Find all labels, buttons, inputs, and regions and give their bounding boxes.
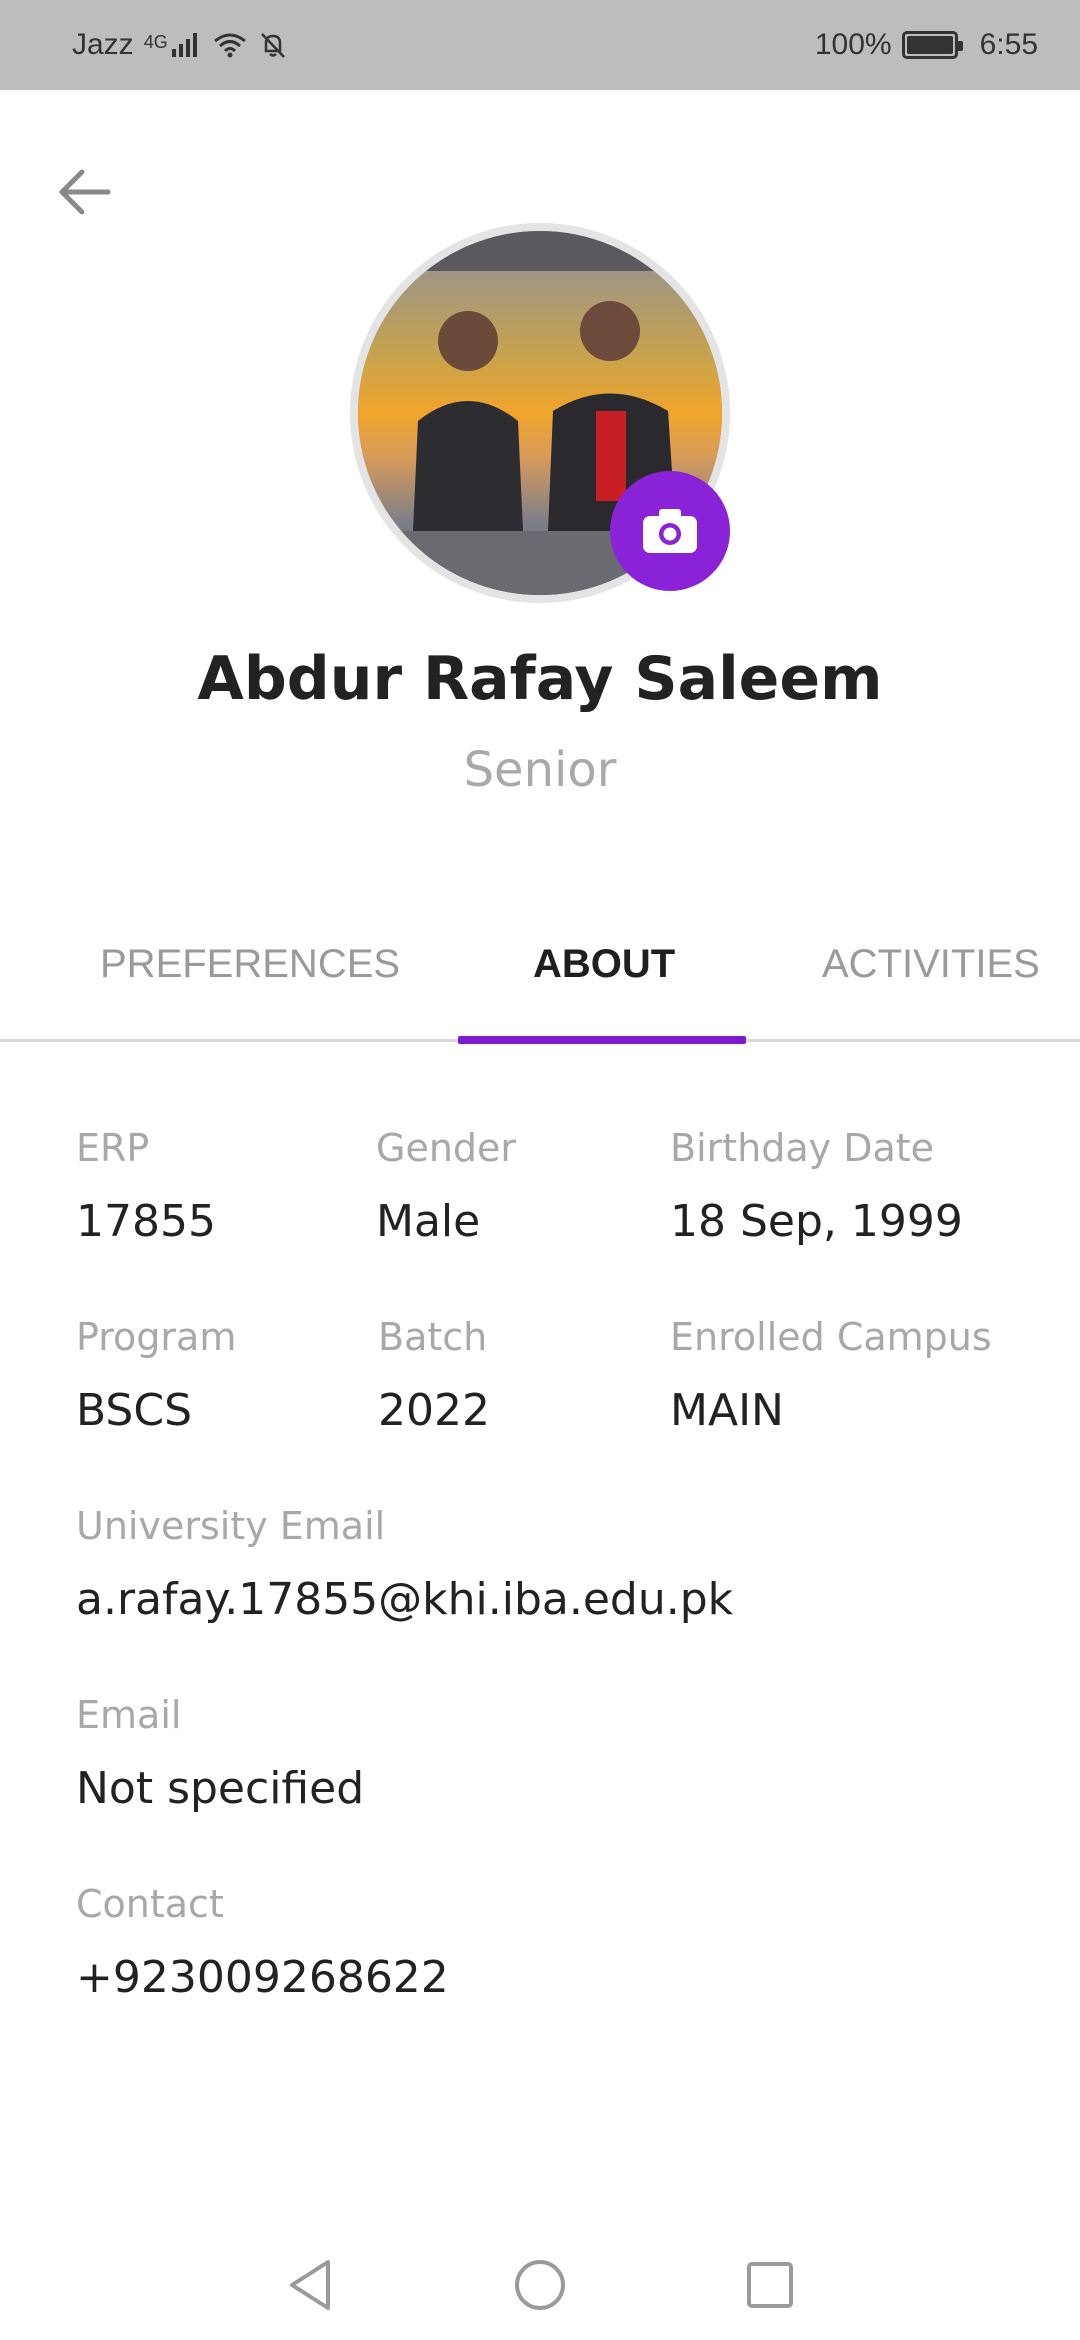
gender-label: Gender (376, 1126, 517, 1170)
tab-preferences[interactable]: PREFERENCES (100, 942, 400, 987)
erp-label: ERP (76, 1126, 150, 1170)
email-value: Not specified (76, 1763, 365, 1814)
university-email-label: University Email (76, 1504, 386, 1548)
profile-name: Abdur Rafay Saleem (197, 644, 883, 714)
campus-label: Enrolled Campus (670, 1315, 992, 1359)
active-tab-indicator (458, 1036, 746, 1044)
erp-value: 17855 (76, 1196, 216, 1247)
status-bar: Jazz 4G 100% 6:55 (0, 0, 1080, 90)
status-left: Jazz 4G (72, 28, 288, 62)
wifi-icon (212, 31, 248, 59)
batch-value: 2022 (378, 1385, 490, 1436)
nav-back-button[interactable] (280, 2255, 340, 2315)
birthday-value: 18 Sep, 1999 (670, 1196, 963, 1247)
status-right: 100% 6:55 (815, 28, 1038, 62)
bell-muted-icon (258, 30, 288, 60)
tab-about[interactable]: ABOUT (533, 942, 675, 987)
program-value: BSCS (76, 1385, 192, 1436)
contact-value: +923009268622 (76, 1952, 449, 2003)
campus-value: MAIN (670, 1385, 784, 1436)
carrier-name: Jazz (72, 28, 134, 61)
university-email-value: a.rafay.17855@khi.iba.edu.pk (76, 1574, 734, 1625)
circle-home-icon (515, 2260, 565, 2310)
battery-icon (901, 31, 963, 59)
system-nav-bar (0, 2230, 1080, 2340)
camera-icon (643, 509, 697, 553)
nav-home-button[interactable] (510, 2255, 570, 2315)
triangle-back-icon (290, 2260, 330, 2310)
email-label: Email (76, 1693, 182, 1737)
batch-label: Batch (378, 1315, 488, 1359)
gender-value: Male (376, 1196, 481, 1247)
signal-icon (170, 31, 202, 59)
contact-label: Contact (76, 1882, 224, 1926)
battery-percent: 100% (814, 28, 892, 61)
square-recents-icon (747, 2262, 793, 2308)
clock: 6:55 (979, 28, 1038, 61)
nav-recents-button[interactable] (740, 2255, 800, 2315)
tab-activities[interactable]: ACTIVITIES (822, 942, 1040, 987)
network-type: 4G (143, 32, 168, 52)
birthday-label: Birthday Date (670, 1126, 935, 1170)
avatar-container (350, 223, 730, 603)
change-photo-button[interactable] (610, 471, 730, 591)
program-label: Program (76, 1315, 237, 1359)
arrow-left-icon (59, 169, 111, 215)
profile-role: Senior (463, 742, 617, 798)
tab-bar: PREFERENCES ABOUT ACTIVITIES (0, 930, 1080, 1044)
back-button[interactable] (52, 160, 116, 224)
